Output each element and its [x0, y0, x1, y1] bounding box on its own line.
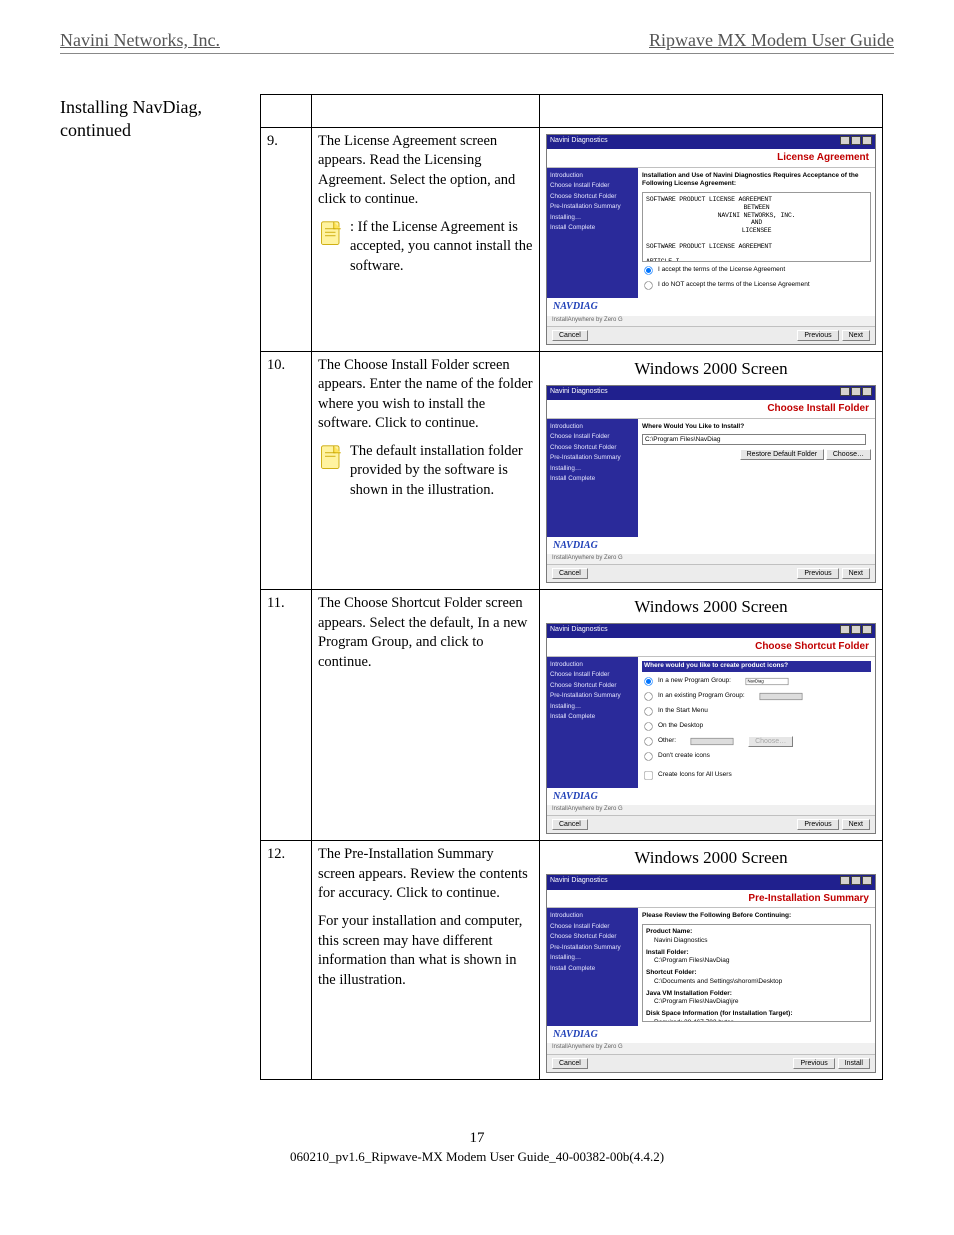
choose-button[interactable]: Choose… [826, 449, 871, 460]
previous-button[interactable]: Previous [797, 568, 838, 579]
window-title: Navini Diagnostics [550, 387, 608, 399]
summary-box: Product Name:Navini Diagnostics Install … [642, 924, 871, 1022]
installer-sidebar: Introduction Choose Install Folder Choos… [547, 657, 638, 788]
section-sidehead: Installing NavDiag, continued [60, 94, 260, 143]
next-button[interactable]: Next [842, 568, 870, 579]
cancel-button[interactable]: Cancel [552, 1058, 588, 1069]
restore-default-button[interactable]: Restore Default Folder [740, 449, 824, 460]
cancel-button[interactable]: Cancel [552, 330, 588, 341]
page-header: Navini Networks, Inc. Ripwave MX Modem U… [60, 30, 894, 54]
installer-sidebar: Introduction Choose Install Folder Choos… [547, 419, 638, 537]
installer-banner: Choose Install Folder [547, 400, 875, 419]
header-left: Navini Networks, Inc. [60, 30, 220, 51]
choose-button-disabled: Choose… [748, 736, 793, 747]
installer-mock-shortcut: Navini Diagnostics Choose Shortcut Folde… [546, 623, 876, 834]
page-footer: 17 060210_pv1.6_Ripwave-MX Modem User Gu… [60, 1130, 894, 1165]
window-title: Navini Diagnostics [550, 136, 608, 148]
cancel-button[interactable]: Cancel [552, 568, 588, 579]
screenshot-caption: Windows 2000 Screen [546, 847, 876, 870]
step-row-10: 10. The Choose Install Folder screen app… [261, 351, 883, 589]
instruction-text: The Choose Install Folder screen appears… [318, 356, 533, 434]
installer-mock-summary: Navini Diagnostics Pre-Installation Summ… [546, 874, 876, 1072]
step-instruction: The Choose Install Folder screen appears… [312, 351, 540, 589]
radio-start-menu[interactable]: In the Start Menu [642, 705, 871, 718]
step-number: 9. [261, 127, 312, 351]
installer-heading: Where Would You Like to Install? [642, 423, 871, 432]
window-title: Navini Diagnostics [550, 625, 608, 637]
step-number: 10. [261, 351, 312, 589]
installer-sidebar: Introduction Choose Install Folder Choos… [547, 168, 638, 299]
window-controls[interactable] [839, 625, 872, 637]
installer-mock-folder: Navini Diagnostics Choose Install Folder… [546, 385, 876, 584]
window-title: Navini Diagnostics [550, 876, 608, 888]
screenshot-cell: Windows 2000 Screen Navini Diagnostics C… [540, 351, 883, 589]
step-number: 12. [261, 841, 312, 1079]
screenshot-caption: Windows 2000 Screen [546, 596, 876, 619]
instruction-text: The Pre-Installation Summary screen appe… [318, 845, 533, 904]
installer-banner: Pre-Installation Summary [547, 890, 875, 909]
previous-button[interactable]: Previous [793, 1058, 834, 1069]
step-instruction: The License Agreement screen appears. Re… [312, 127, 540, 351]
header-right: Ripwave MX Modem User Guide [649, 30, 894, 51]
installer-heading: Installation and Use of Navini Diagnosti… [642, 172, 871, 190]
table-header-cell [261, 95, 312, 128]
radio-other[interactable]: Other: Choose… [642, 735, 871, 748]
installer-sidebar: Introduction Choose Install Folder Choos… [547, 908, 638, 1026]
page-number: 17 [60, 1130, 894, 1147]
document-id: 060210_pv1.6_Ripwave-MX Modem User Guide… [60, 1149, 894, 1165]
radio-new-group[interactable]: In a new Program Group: [642, 675, 871, 688]
screenshot-cell: Navini Diagnostics License Agreement Int… [540, 127, 883, 351]
radio-accept[interactable]: I accept the terms of the License Agreem… [642, 264, 871, 277]
instruction-text: The Choose Shortcut Folder screen appear… [318, 594, 533, 672]
radio-existing-group[interactable]: In an existing Program Group: [642, 690, 871, 703]
note-text: The default installation folder provided… [350, 442, 533, 501]
install-folder-input[interactable] [642, 434, 866, 445]
installer-mock-license: Navini Diagnostics License Agreement Int… [546, 134, 876, 345]
window-controls[interactable] [839, 876, 872, 888]
table-header-cell [540, 95, 883, 128]
step-number: 11. [261, 590, 312, 841]
installer-banner: License Agreement [547, 149, 875, 168]
note-icon [318, 220, 346, 248]
window-controls[interactable] [839, 387, 872, 399]
installer-heading: Where would you like to create product i… [642, 661, 871, 672]
next-button[interactable]: Next [842, 819, 870, 830]
step-row-11: 11. The Choose Shortcut Folder screen ap… [261, 590, 883, 841]
screenshot-cell: Windows 2000 Screen Navini Diagnostics C… [540, 590, 883, 841]
instruction-text-2: For your installation and computer, this… [318, 912, 533, 990]
screenshot-caption: Windows 2000 Screen [546, 358, 876, 381]
navdiag-logo: NAVDIAG [553, 1028, 598, 1042]
step-row-9: 9. The License Agreement screen appears.… [261, 127, 883, 351]
window-controls[interactable] [839, 136, 872, 148]
installer-banner: Choose Shortcut Folder [547, 638, 875, 657]
radio-none[interactable]: Don't create icons [642, 750, 871, 763]
navdiag-logo: NAVDIAG [553, 539, 598, 553]
navdiag-logo: NAVDIAG [553, 790, 598, 804]
steps-table: 9. The License Agreement screen appears.… [260, 94, 883, 1080]
new-group-name-input[interactable] [746, 678, 789, 685]
cancel-button[interactable]: Cancel [552, 819, 588, 830]
screenshot-cell: Windows 2000 Screen Navini Diagnostics P… [540, 841, 883, 1079]
note-icon [318, 444, 346, 472]
radio-desktop[interactable]: On the Desktop [642, 720, 871, 733]
checkbox-all-users[interactable]: Create Icons for All Users [642, 769, 871, 782]
step-instruction: The Pre-Installation Summary screen appe… [312, 841, 540, 1079]
instruction-text: The License Agreement screen appears. Re… [318, 132, 533, 210]
navdiag-logo: NAVDIAG [553, 300, 598, 314]
step-instruction: The Choose Shortcut Folder screen appear… [312, 590, 540, 841]
note-text: : If the License Agreement is accepted, … [350, 218, 533, 277]
next-button[interactable]: Next [842, 330, 870, 341]
previous-button[interactable]: Previous [797, 330, 838, 341]
installer-heading: Please Review the Following Before Conti… [642, 912, 871, 921]
step-row-12: 12. The Pre-Installation Summary screen … [261, 841, 883, 1079]
license-text-box[interactable]: SOFTWARE PRODUCT LICENSE AGREEMENT BETWE… [642, 192, 871, 262]
table-header-cell [312, 95, 540, 128]
install-button[interactable]: Install [838, 1058, 870, 1069]
previous-button[interactable]: Previous [797, 819, 838, 830]
radio-reject[interactable]: I do NOT accept the terms of the License… [642, 279, 871, 292]
